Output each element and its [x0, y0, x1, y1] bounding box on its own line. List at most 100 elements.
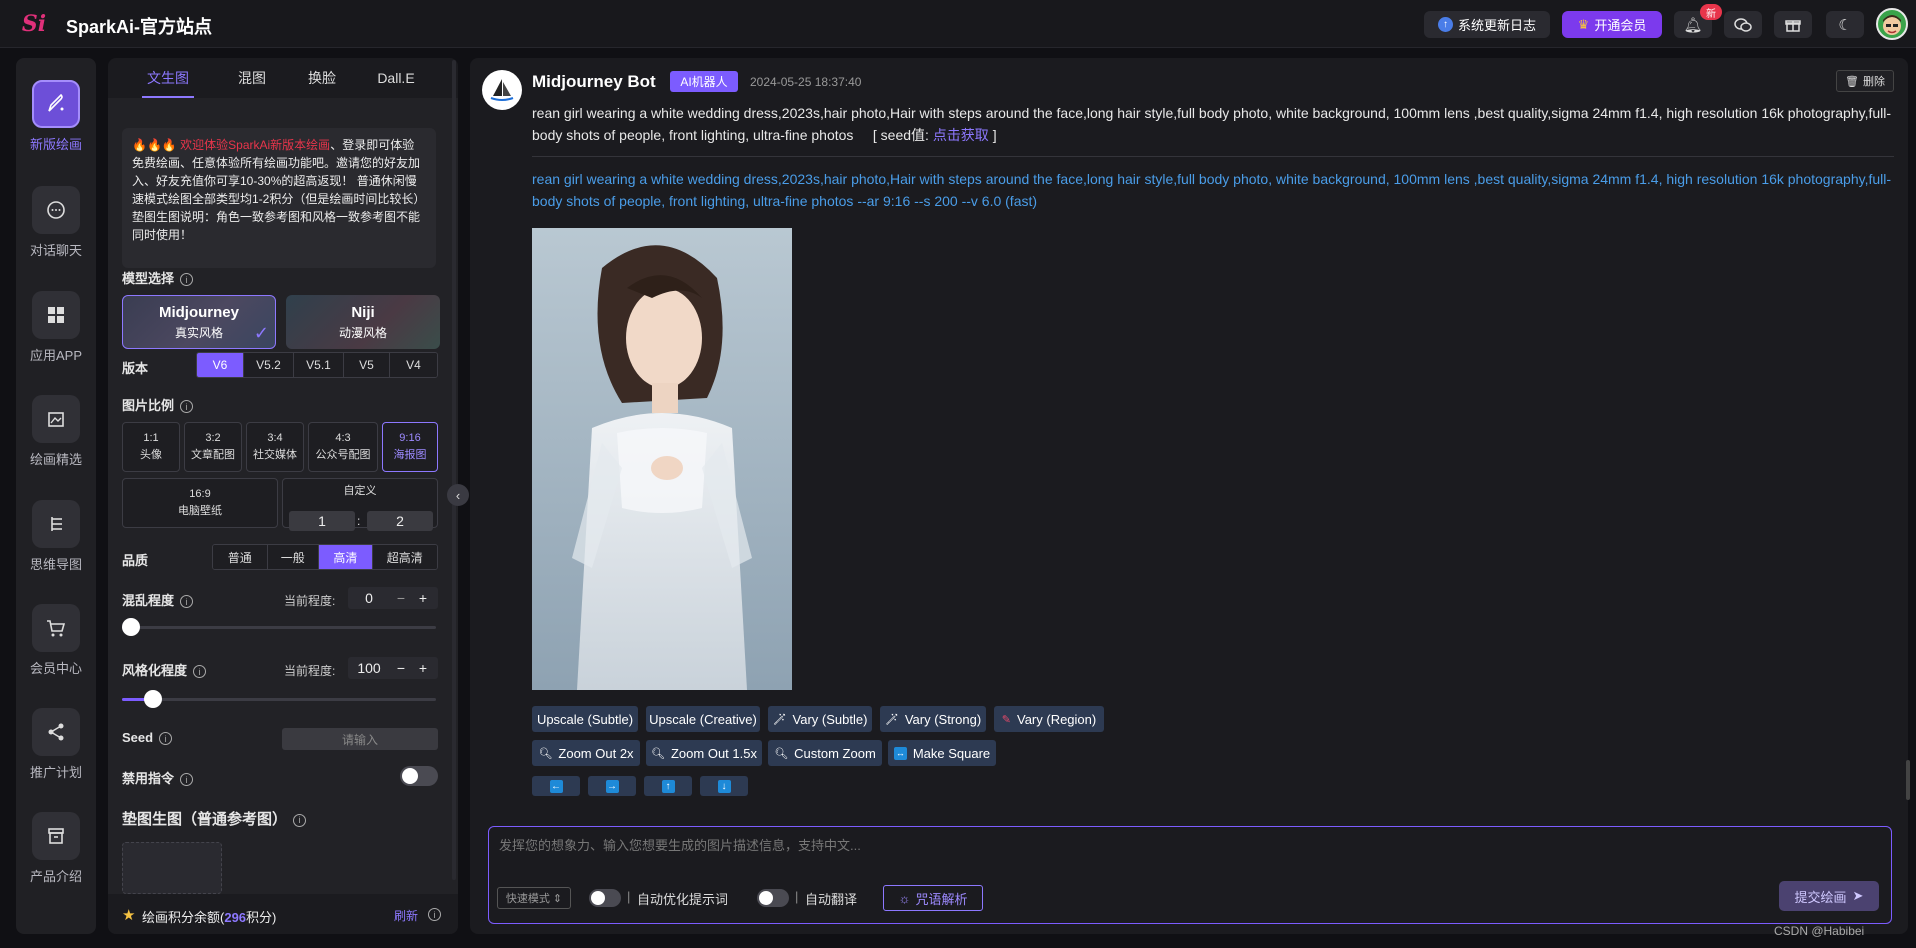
mode-select[interactable]: 快速模式 ⇕	[497, 887, 571, 909]
ratio-option-3-4[interactable]: 3:4 社交媒体	[246, 422, 304, 472]
ban-toggle[interactable]	[400, 766, 438, 786]
left-right-arrow-icon: ↔	[893, 746, 907, 760]
upscale-subtle-button[interactable]: Upscale (Subtle)	[532, 706, 638, 732]
prompt-input[interactable]: 发挥您的想象力、输入您想要生成的图片描述信息，支持中文...	[499, 835, 861, 854]
panel-scrollbar[interactable]	[452, 60, 456, 880]
ratio-option-1-1[interactable]: 1:1 头像	[122, 422, 180, 472]
delete-button[interactable]: 🗑︎ 删除	[1836, 70, 1894, 92]
zoom-out-1-5x-button[interactable]: 🔍︎ Zoom Out 1.5x	[646, 740, 762, 766]
tab-dalle[interactable]: Dall.E	[370, 58, 422, 98]
rail-item-product[interactable]: 产品介绍	[16, 812, 96, 902]
vary-region-button[interactable]: ✎ Vary (Region)	[994, 706, 1104, 732]
trash-icon: 🗑︎	[1845, 75, 1859, 88]
quality-option[interactable]: 超高清	[371, 545, 437, 569]
info-icon[interactable]: i	[180, 773, 194, 787]
plus-icon[interactable]: +	[412, 590, 434, 606]
model-card-midjourney[interactable]: Midjourney 真实风格 ✓	[122, 295, 276, 349]
make-square-button[interactable]: ↔ Make Square	[888, 740, 996, 766]
pan-down-button[interactable]: ↓	[700, 776, 748, 796]
info-icon[interactable]: i	[293, 813, 307, 827]
info-icon[interactable]: i	[180, 595, 194, 609]
pan-right-button[interactable]: →	[588, 776, 636, 796]
rail-item-chat[interactable]: 对话聊天	[16, 186, 96, 276]
refresh-link[interactable]: 刷新	[394, 907, 418, 924]
quality-option[interactable]: 高清	[318, 545, 372, 569]
lightbulb-icon: ☼	[898, 890, 911, 906]
info-icon[interactable]: i	[180, 400, 194, 414]
slider-knob[interactable]	[122, 618, 140, 636]
auto-translate-toggle[interactable]	[757, 889, 789, 907]
rail-label: 思维导图	[29, 557, 82, 572]
version-option[interactable]: V5.1	[293, 353, 343, 377]
model-title: Midjourney	[158, 303, 239, 321]
spell-parse-button[interactable]: ☼ 咒语解析	[883, 885, 983, 911]
version-option[interactable]: V5.2	[243, 353, 293, 377]
info-icon[interactable]: i	[180, 273, 194, 287]
rail-label: 新版绘画	[29, 137, 82, 152]
stylize-slider[interactable]	[122, 690, 436, 708]
seed-label: Seed i	[122, 730, 173, 746]
theme-toggle-button[interactable]: ☾	[1826, 11, 1864, 38]
site-title[interactable]: SparkAi-官方站点	[66, 13, 212, 39]
quality-label: 品质	[122, 553, 149, 568]
stylize-stepper[interactable]: 100 − +	[348, 657, 438, 679]
version-option[interactable]: V6	[197, 353, 243, 377]
ratio-option-4-3[interactable]: 4:3 公众号配图	[308, 422, 378, 472]
user-avatar[interactable]	[1876, 8, 1908, 40]
submit-drawing-button[interactable]: 提交绘画 ➤	[1779, 881, 1879, 911]
ratio-option-16-9[interactable]: 16:9 电脑壁纸	[122, 478, 278, 528]
wechat-button[interactable]	[1724, 11, 1762, 38]
model-card-niji[interactable]: Niji 动漫风格	[286, 295, 440, 349]
ref-image-upload[interactable]	[122, 842, 222, 894]
custom-label: 自定义	[343, 485, 377, 497]
quality-option[interactable]: 普通	[213, 545, 267, 569]
quality-option[interactable]: 一般	[266, 545, 319, 569]
minus-icon[interactable]: −	[390, 590, 412, 606]
info-icon[interactable]: i	[428, 908, 441, 921]
ratio-option-9-16[interactable]: 9:16 海报图	[382, 422, 438, 472]
seed-input[interactable]: 请输入	[282, 728, 438, 750]
divider	[532, 156, 1894, 157]
tab-text-to-image[interactable]: 文生图	[142, 58, 194, 98]
info-icon[interactable]: i	[193, 665, 207, 679]
chaos-stepper[interactable]: 0 − +	[348, 587, 438, 609]
rail-item-mindmap[interactable]: 思维导图	[16, 500, 96, 590]
pan-up-button[interactable]: ↑	[644, 776, 692, 796]
generated-image[interactable]	[532, 228, 792, 690]
brand-logo[interactable]: Si	[16, 10, 52, 38]
vary-subtle-button[interactable]: 🪄︎ Vary (Subtle)	[768, 706, 872, 732]
rail-item-promotion[interactable]: 推广计划	[16, 708, 96, 798]
custom-height-input[interactable]: 2	[367, 511, 433, 531]
vip-button[interactable]: ♛ 开通会员	[1562, 11, 1662, 38]
zoom-out-2x-button[interactable]: 🔍︎ Zoom Out 2x	[532, 740, 640, 766]
upscale-creative-button[interactable]: Upscale (Creative)	[646, 706, 760, 732]
ban-label: 禁用指令 i	[122, 768, 194, 787]
seed-link[interactable]: 点击获取	[933, 127, 989, 143]
tab-blend[interactable]: 混图	[232, 58, 272, 98]
custom-width-input[interactable]: 1	[289, 511, 355, 531]
ratio-option-3-2[interactable]: 3:2 文章配图	[184, 422, 242, 472]
rail-item-member[interactable]: 会员中心	[16, 604, 96, 694]
prompt-input-box[interactable]: 发挥您的想象力、输入您想要生成的图片描述信息，支持中文... 快速模式 ⇕ | …	[488, 826, 1892, 924]
collapse-panel-button[interactable]: ‹	[447, 484, 469, 506]
pan-left-button[interactable]: ←	[532, 776, 580, 796]
plus-icon[interactable]: +	[412, 660, 434, 676]
rail-item-gallery[interactable]: 绘画精选	[16, 395, 96, 485]
custom-zoom-button[interactable]: 🔍︎ Custom Zoom	[768, 740, 882, 766]
main-scrollbar[interactable]	[1906, 760, 1910, 800]
rail-item-new-drawing[interactable]: 新版绘画	[16, 80, 96, 170]
chaos-slider[interactable]	[122, 618, 436, 636]
auto-optimize-toggle[interactable]	[589, 889, 621, 907]
version-option[interactable]: V5	[343, 353, 389, 377]
version-option[interactable]: V4	[389, 353, 437, 377]
gift-button[interactable]	[1774, 11, 1812, 38]
notice-text: 、登录即可体验免费绘画、任意体验所有绘画功能吧。邀请您的好友加入、好友充值你可享…	[132, 138, 426, 242]
top-bar: Si SparkAi-官方站点 ↑ 系统更新日志 ♛ 开通会员 🔔︎ 新 ☾	[0, 0, 1916, 48]
vary-strong-button[interactable]: 🪄︎ Vary (Strong)	[880, 706, 986, 732]
changelog-button[interactable]: ↑ 系统更新日志	[1424, 11, 1550, 38]
minus-icon[interactable]: −	[390, 660, 412, 676]
info-icon[interactable]: i	[159, 732, 173, 746]
magnifier-icon: 🔍︎	[774, 747, 789, 760]
rail-item-apps[interactable]: 应用APP	[16, 291, 96, 381]
tab-faceswap[interactable]: 换脸	[302, 58, 342, 98]
